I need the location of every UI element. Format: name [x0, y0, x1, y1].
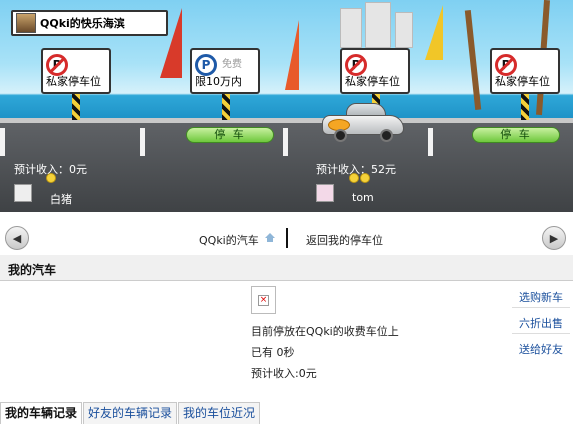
wheel [334, 129, 347, 142]
next-arrow-icon[interactable]: ▶ [542, 226, 566, 250]
free-label: 免费 [222, 59, 242, 70]
section-header: 我的汽车 [0, 255, 573, 281]
park-button-2[interactable]: 停 车 [186, 127, 274, 143]
tab-my-car-records[interactable]: 我的车辆记录 [0, 402, 83, 424]
nav-return-link[interactable]: 返回我的停车位 [306, 232, 383, 248]
car-image: × [251, 286, 276, 314]
divider [512, 333, 570, 334]
building [340, 8, 362, 48]
tab-friend-car-records[interactable]: 好友的车辆记录 [83, 402, 178, 424]
coin-icon [46, 173, 56, 183]
sign-label: 私家停车位 [46, 75, 101, 88]
record-tabs: 我的车辆记录 好友的车辆记录 我的车位近况 [0, 402, 261, 424]
buy-car-link[interactable]: 选购新车 [519, 289, 563, 305]
sail-icon [425, 5, 443, 60]
parking-sign-3: P 私家停车位 [340, 48, 410, 94]
parked-car[interactable] [322, 103, 404, 142]
owner-name[interactable]: 白猪 [50, 191, 72, 207]
nav-divider [286, 228, 288, 248]
owner-title-box: QQki的快乐海滨 [11, 10, 168, 36]
section-title: 我的汽车 [8, 263, 57, 277]
parking-sign-4: P 私家停车位 [490, 48, 560, 94]
broken-image-icon: × [258, 294, 269, 306]
sail-icon [285, 20, 299, 90]
lane-mark [140, 128, 145, 156]
tab-my-spot-status[interactable]: 我的车位近况 [178, 402, 261, 424]
car-location: 目前停放在QQki的收费车位上 [251, 325, 399, 338]
parking-scene: QQki的快乐海滨 P 私家停车位 P 免费 限10万内 P 私家停车位 P 私… [0, 0, 573, 212]
divider [512, 307, 570, 308]
owner-name[interactable]: tom [352, 191, 374, 204]
sign-label: 私家停车位 [345, 75, 400, 88]
sign-post [521, 94, 529, 120]
home-icon [265, 233, 275, 242]
page-title: QQki的快乐海滨 [40, 17, 125, 30]
lane-mark [428, 128, 433, 156]
building [395, 12, 413, 48]
palm-tree [464, 9, 482, 111]
nav-bar: ◀ QQki的汽车 返回我的停车位 ▶ [0, 224, 573, 252]
parking-sign-1: P 私家停车位 [41, 48, 111, 94]
coin-icon [349, 173, 359, 183]
car-duration: 已有 0秒 [251, 346, 295, 359]
prev-arrow-icon[interactable]: ◀ [5, 226, 29, 250]
coin-icon [360, 173, 370, 183]
nav-car-link[interactable]: QQki的汽车 [199, 232, 259, 248]
park-button-4[interactable]: 停 车 [472, 127, 560, 143]
car-income: 预计收入:0元 [251, 367, 317, 380]
lane-mark [0, 128, 5, 156]
lane-mark [283, 128, 288, 156]
owner-avatar[interactable] [316, 184, 334, 202]
owner-avatar[interactable] [14, 184, 32, 202]
wheel [380, 129, 393, 142]
sign-label: 私家停车位 [495, 75, 550, 88]
avatar [16, 13, 36, 33]
sell-car-link[interactable]: 六折出售 [519, 315, 563, 331]
sign-post [222, 94, 230, 120]
building [365, 2, 391, 48]
sign-post [72, 94, 80, 120]
sign-label: 限10万内 [195, 75, 242, 88]
parking-sign-2: P 免费 限10万内 [190, 48, 260, 94]
gift-car-link[interactable]: 送给好友 [519, 341, 563, 357]
